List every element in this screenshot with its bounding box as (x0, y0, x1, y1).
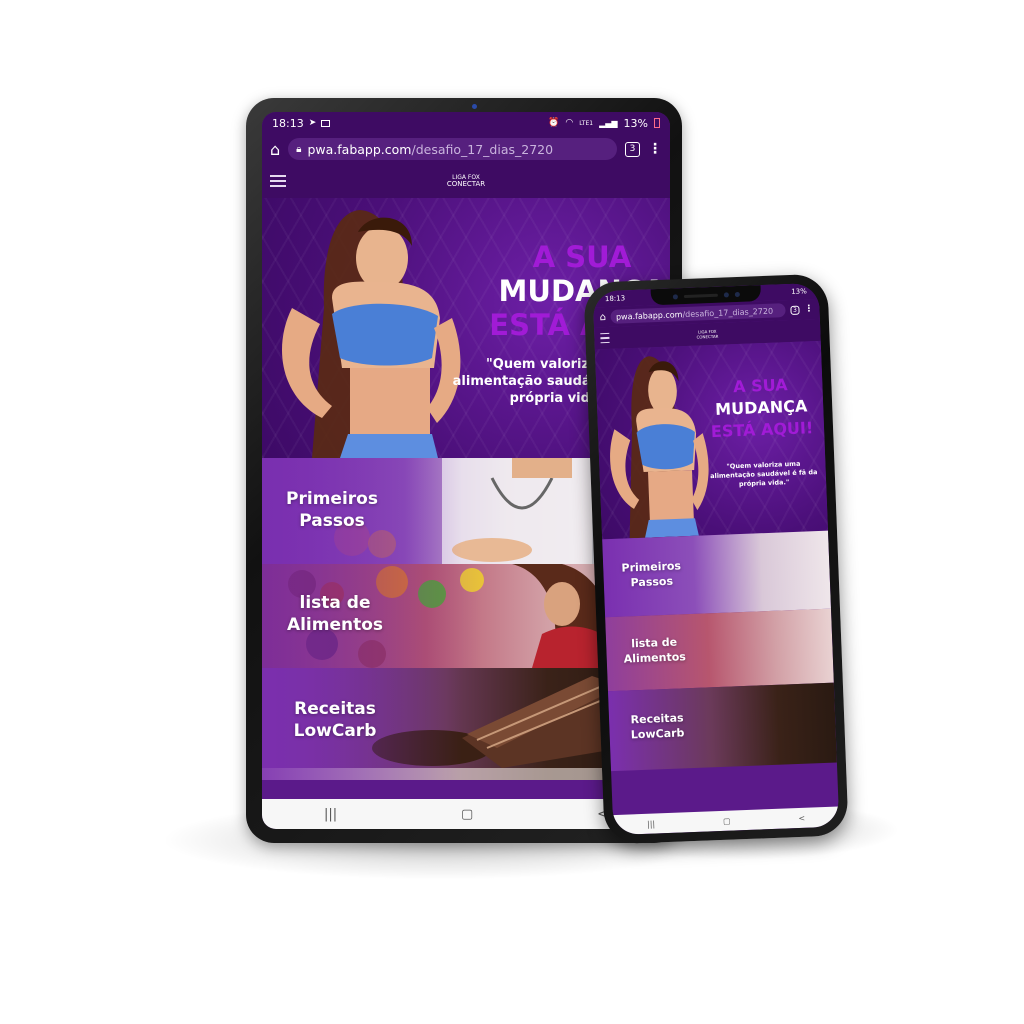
headline-line1: A SUA (532, 240, 632, 274)
lock-icon: 🔒︎ (296, 143, 302, 155)
phone-android-nav-bar: ||| ▢ < (612, 806, 840, 836)
banner-label-receitas-lowcarb: Receitas LowCarb (270, 698, 400, 742)
phone-browser-menu-icon[interactable]: ⋮ (804, 304, 813, 314)
phone-device: 18:13 13% ⌂ pwa.fabapp.com/desafio_17_di… (583, 273, 849, 845)
phone-label-line2: LowCarb (630, 726, 685, 742)
battery-icon (654, 118, 660, 128)
banner-label-lista-de-alimentos: lista de Alimentos (270, 592, 400, 636)
phone-hero-quote: "Quem valoriza uma alimentação saudável … (703, 459, 824, 491)
app-logo: LIGA FOX CONECTAR (447, 174, 485, 188)
wifi-icon: ◠ (565, 118, 574, 128)
phone-banner-primeiros-passos[interactable]: Primeiros Passos (602, 530, 831, 618)
app-header: LIGA FOX CONECTAR (262, 164, 670, 198)
home-nav-button[interactable]: ▢ (461, 807, 473, 822)
phone-home-icon[interactable]: ⌂ (599, 312, 606, 323)
phone-back-button[interactable]: < (798, 813, 805, 822)
phone-recents-button[interactable]: ||| (647, 819, 655, 828)
address-field[interactable]: 🔒︎ pwa.fabapp.com/desafio_17_dias_2720 (288, 138, 617, 160)
phone-label-line1: Primeiros (621, 559, 682, 575)
home-icon[interactable]: ⌂ (270, 140, 280, 159)
phone-hero-headline: A SUA MUDANÇA ESTÁ AQUI! (700, 373, 822, 444)
phone-banner-label-receitas-lowcarb: Receitas LowCarb (615, 710, 700, 743)
logo-line2: CONECTAR (446, 180, 486, 188)
phone-logo-line2: CONECTAR (696, 333, 719, 340)
phone-hero-banner[interactable]: A SUA MUDANÇA ESTÁ AQUI! "Quem valoriza … (594, 340, 828, 540)
label-line1: Primeiros (286, 489, 378, 509)
battery-level: 13% (623, 116, 648, 130)
hamburger-menu-icon[interactable] (270, 175, 286, 187)
label-line2: Passos (299, 511, 365, 531)
phone-headline-line3: ESTÁ AQUI! (710, 418, 814, 442)
phone-hamburger-menu-icon[interactable] (600, 332, 610, 344)
phone-label-line2: Alimentos (623, 650, 687, 666)
recents-button[interactable]: ||| (324, 807, 337, 822)
phone-screen: 18:13 13% ⌂ pwa.fabapp.com/desafio_17_di… (592, 282, 840, 836)
phone-tab-switcher-button[interactable]: 3 (790, 305, 800, 315)
phone-home-nav-button[interactable]: ▢ (723, 816, 731, 825)
banner-label-primeiros-passos: Primeiros Passos (272, 488, 392, 532)
tablet-camera (472, 104, 477, 109)
phone-banner-receitas-lowcarb[interactable]: Receitas LowCarb (607, 682, 837, 772)
image-icon (321, 119, 331, 127)
mockup-stage: 18:13 ➤ ⏰ ◠ LTE1 ▂▄▆ 13% ⌂ 🔒︎ pwa.fabapp… (0, 0, 1024, 1024)
status-bar: 18:13 ➤ ⏰ ◠ LTE1 ▂▄▆ 13% (262, 112, 670, 134)
phone-url-path: /desafio_17_dias_2720 (682, 306, 774, 319)
phone-woman-fitness-illustration (610, 356, 709, 539)
browser-menu-icon[interactable]: ⋮ (648, 141, 662, 157)
browser-url-bar: ⌂ 🔒︎ pwa.fabapp.com/desafio_17_dias_2720… (262, 134, 670, 164)
status-time: 18:13 (272, 116, 304, 130)
telegram-icon: ➤ (308, 118, 317, 128)
label-line2: Alimentos (286, 615, 384, 635)
phone-app-logo: LIGA FOX CONECTAR (696, 329, 718, 340)
label-line1: lista de (299, 593, 371, 613)
phone-banner-lista-de-alimentos[interactable]: lista de Alimentos (605, 608, 834, 692)
phone-url-host: pwa.fabapp.com (615, 309, 683, 322)
phone-banner-label-primeiros-passos: Primeiros Passos (609, 558, 694, 591)
signal-icon: ▂▄▆ (599, 118, 618, 128)
label-line2: LowCarb (293, 721, 377, 741)
alarm-icon: ⏰ (548, 118, 560, 128)
tab-switcher-button[interactable]: 3 (625, 141, 640, 157)
label-line1: Receitas (294, 699, 376, 719)
phone-banner-label-lista-de-alimentos: lista de Alimentos (612, 634, 697, 667)
woman-fitness-illustration (282, 210, 461, 458)
phone-battery-level: 13% (791, 287, 807, 296)
network-label: LTE1 (579, 119, 594, 127)
phone-status-time: 18:13 (604, 294, 626, 304)
url-path: /desafio_17_dias_2720 (411, 141, 554, 157)
url-host: pwa.fabapp.com (307, 141, 412, 157)
